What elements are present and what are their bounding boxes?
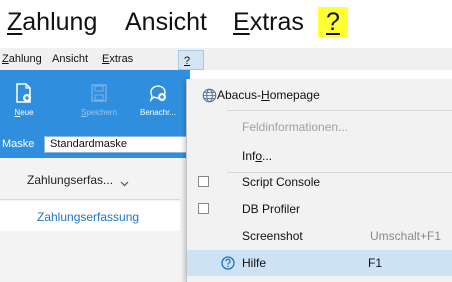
menu-zahlung-large[interactable]: Zahlung <box>7 7 97 37</box>
menu-item-db-profiler[interactable]: DB Profiler <box>187 196 452 222</box>
new-button[interactable]: Neue <box>0 80 48 128</box>
menu-help-large[interactable]: ? <box>318 7 348 37</box>
menu-item-info[interactable]: Info... <box>187 143 452 169</box>
menu-item-screenshot[interactable]: Screenshot Umschalt+F1 <box>187 223 452 249</box>
checkbox-icon[interactable] <box>198 176 209 187</box>
new-button-label: Neue <box>14 108 34 117</box>
menu-item-label: Script Console <box>242 175 321 189</box>
globe-icon <box>201 87 217 103</box>
mask-label: Maske <box>2 138 35 150</box>
menu-item-label: Feldinformationen... <box>242 120 349 134</box>
notification-button[interactable]: Benachr... <box>134 80 182 128</box>
menu-item-abacus-homepage[interactable]: Abacus-Homepage <box>187 82 452 108</box>
new-message-icon <box>134 80 182 106</box>
chevron-down-icon <box>120 174 129 192</box>
notification-button-label: Benachr... <box>139 108 177 117</box>
menu-help[interactable]: ? <box>178 50 204 70</box>
mask-select[interactable]: Standardmaske <box>44 136 190 153</box>
menu-ansicht[interactable]: Ansicht <box>52 53 88 65</box>
menu-zahlung[interactable]: Zahlung <box>2 53 42 65</box>
help-circle-icon <box>220 255 236 271</box>
checkbox-icon[interactable] <box>198 203 209 214</box>
menu-item-label: DB Profiler <box>242 202 301 216</box>
menu-item-label: Info... <box>242 149 273 163</box>
tab-label: Zahlungserfas... <box>27 173 114 187</box>
menu-separator <box>227 110 452 111</box>
tab-zahlungserfassung[interactable]: Zahlungserfas... <box>0 158 180 200</box>
menu-help-label: ? <box>184 55 191 67</box>
nav-item-label: Zahlungserfassung <box>37 210 140 224</box>
menu-item-label: Hilfe <box>242 256 267 270</box>
mask-row: Maske Standardmaske <box>0 130 190 158</box>
menu-extras[interactable]: Extras <box>102 53 133 65</box>
help-menu-dropdown: Abacus-Homepage Feldinformationen... Inf… <box>186 79 452 282</box>
menu-item-label: Abacus-Homepage <box>217 88 320 102</box>
menu-item-hilfe[interactable]: Hilfe F1 <box>187 250 452 276</box>
save-button-label: Speichern <box>80 108 118 117</box>
menu-item-feldinformationen: Feldinformationen... <box>187 114 452 140</box>
save-button[interactable]: Speichern <box>75 80 123 128</box>
nav-item-zahlungserfassung[interactable]: Zahlungserfassung <box>0 201 180 231</box>
menu-bar: Zahlung Ansicht Extras <box>0 48 452 70</box>
menu-extras-large[interactable]: Extras <box>233 7 304 37</box>
new-document-icon <box>0 80 48 106</box>
menu-item-shortcut: Umschalt+F1 <box>370 229 442 243</box>
save-icon <box>75 80 123 106</box>
menu-item-shortcut: F1 <box>368 256 383 270</box>
menu-item-script-console[interactable]: Script Console <box>187 169 452 195</box>
menu-item-label: Screenshot <box>242 229 303 243</box>
menu-ansicht-large[interactable]: Ansicht <box>125 7 207 37</box>
enlarged-menu-bar: Zahlung Ansicht Extras ? <box>0 0 452 44</box>
